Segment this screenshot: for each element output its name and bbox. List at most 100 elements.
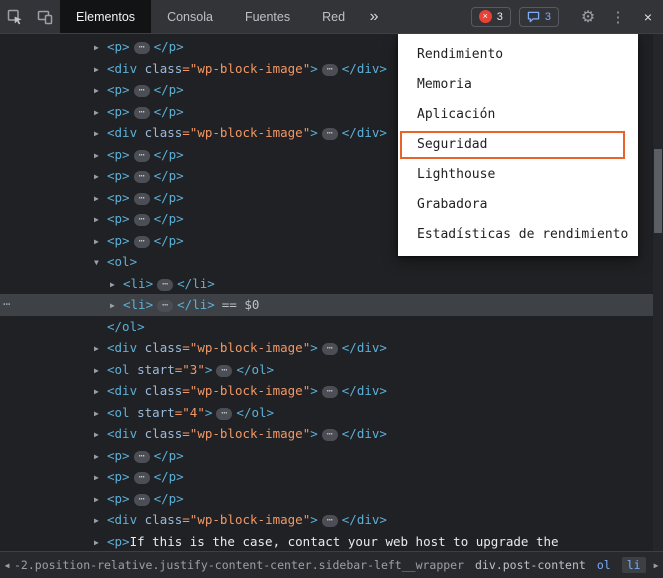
collapsed-content-icon[interactable]: ⋯ [134,85,150,97]
tree-row[interactable]: ▶<div class="wp-block-image">⋯</div> [0,509,663,531]
collapsed-arrow-icon[interactable]: ▶ [94,424,107,446]
collapsed-content-icon[interactable]: ⋯ [134,494,150,506]
close-devtools-icon[interactable]: × [633,0,663,33]
collapsed-content-icon[interactable]: ⋯ [134,236,150,248]
collapsed-arrow-icon[interactable]: ▶ [110,274,123,296]
collapsed-arrow-icon[interactable]: ▶ [94,80,107,102]
tree-row[interactable]: ▶<p>⋯</p> [0,466,663,488]
collapsed-arrow-icon[interactable]: ▶ [94,510,107,532]
menu-item-memoria[interactable]: Memoria [398,70,638,100]
collapsed-content-icon[interactable]: ⋯ [322,515,338,527]
collapsed-content-icon[interactable]: ⋯ [134,150,150,162]
menu-item-lighthouse[interactable]: Lighthouse [398,160,638,190]
expanded-arrow-icon[interactable]: ▼ [94,252,107,274]
collapsed-arrow-icon[interactable]: ▶ [94,446,107,468]
collapsed-arrow-icon[interactable]: ▶ [94,166,107,188]
collapsed-arrow-icon[interactable]: ▶ [94,489,107,511]
tree-row[interactable]: ▶<ol start="4">⋯</ol> [0,402,663,424]
tree-row[interactable]: </ol> [0,316,663,338]
tree-row[interactable]: ▶<div class="wp-block-image">⋯</div> [0,423,663,445]
tag-token: </p> [154,190,184,205]
tree-row[interactable]: ▶<ol start="3">⋯</ol> [0,359,663,381]
collapsed-arrow-icon[interactable]: ▶ [94,532,107,552]
tab-elementos[interactable]: Elementos [60,0,151,33]
tag-token: > [205,362,213,377]
device-toolbar-icon[interactable] [30,0,60,33]
menu-item-seguridad[interactable]: Seguridad [398,130,638,160]
tree-row[interactable]: ▶<p>⋯</p> [0,445,663,467]
tab-label: Red [322,10,345,24]
error-count-badge[interactable]: × 3 [471,7,511,27]
collapsed-content-icon[interactable]: ⋯ [322,128,338,140]
collapsed-content-icon[interactable]: ⋯ [134,42,150,54]
tag-token: </li> [177,276,215,291]
scrollbar-thumb[interactable] [654,149,662,233]
collapsed-content-icon[interactable]: ⋯ [134,171,150,183]
breadcrumb-scroll-right-icon[interactable]: ▶ [649,561,663,570]
collapsed-arrow-icon[interactable]: ▶ [94,231,107,253]
collapsed-arrow-icon[interactable]: ▶ [110,295,123,317]
tab-red[interactable]: Red [306,0,361,33]
menu-item-grabadora[interactable]: Grabadora [398,190,638,220]
collapsed-content-icon[interactable]: ⋯ [157,300,173,312]
tag-token: </p> [154,469,184,484]
collapsed-arrow-icon[interactable]: ▶ [94,102,107,124]
row-gutter-dots-icon[interactable]: ⋯ [3,294,10,316]
tree-row[interactable]: ▶<div class="wp-block-image">⋯</div> [0,337,663,359]
menu-item-aplicacion[interactable]: Aplicación [398,100,638,130]
attr-value-token: ="wp-block-image" [182,340,310,355]
collapsed-content-icon[interactable]: ⋯ [134,107,150,119]
tag-token: <p> [107,448,130,463]
attr-value-token: ="wp-block-image" [182,512,310,527]
collapsed-arrow-icon[interactable]: ▶ [94,145,107,167]
breadcrumb-item[interactable]: div.post-content [475,558,586,572]
vertical-scrollbar[interactable] [653,34,663,551]
tag-token: </div> [342,512,387,527]
more-tabs-menu: RendimientoMemoriaAplicaciónSeguridadLig… [398,34,638,256]
collapsed-content-icon[interactable]: ⋯ [216,365,232,377]
collapsed-arrow-icon[interactable]: ▶ [94,37,107,59]
tree-row[interactable]: ▶<p>⋯</p> [0,488,663,510]
tag-token: </p> [154,233,184,248]
console-messages-badge[interactable]: 3 [519,7,559,27]
collapsed-arrow-icon[interactable]: ▶ [94,360,107,382]
collapsed-arrow-icon[interactable]: ▶ [94,338,107,360]
tag-token: </div> [342,340,387,355]
menu-item-rendimiento[interactable]: Rendimiento [398,40,638,70]
tree-row[interactable]: ▶<li>⋯</li> [0,273,663,295]
collapsed-content-icon[interactable]: ⋯ [134,451,150,463]
menu-item-estadisticas-de-rendimiento[interactable]: Estadísticas de rendimiento [398,220,638,250]
settings-gear-icon[interactable]: ⚙ [573,0,603,33]
collapsed-arrow-icon[interactable]: ▶ [94,403,107,425]
tab-fuentes[interactable]: Fuentes [229,0,306,33]
collapsed-arrow-icon[interactable]: ▶ [94,467,107,489]
collapsed-arrow-icon[interactable]: ▶ [94,209,107,231]
collapsed-content-icon[interactable]: ⋯ [134,193,150,205]
collapsed-content-icon[interactable]: ⋯ [216,408,232,420]
inspect-icon-svg [7,9,23,25]
collapsed-arrow-icon[interactable]: ▶ [94,188,107,210]
more-tabs-chevron-icon[interactable]: » [361,0,387,33]
tree-row[interactable]: ▶<li>⋯</li>== $0⋯ [0,294,663,316]
breadcrumb-item[interactable]: li [622,557,646,573]
breadcrumb-item[interactable]: ol [597,558,611,572]
more-options-icon[interactable]: ⋮ [603,0,633,33]
collapsed-content-icon[interactable]: ⋯ [322,386,338,398]
collapsed-arrow-icon[interactable]: ▶ [94,59,107,81]
collapsed-content-icon[interactable]: ⋯ [322,429,338,441]
breadcrumb-scroll-left-icon[interactable]: ◀ [0,561,14,570]
collapsed-content-icon[interactable]: ⋯ [134,472,150,484]
collapsed-content-icon[interactable]: ⋯ [322,343,338,355]
collapsed-arrow-icon[interactable]: ▶ [94,123,107,145]
inspect-element-icon[interactable] [0,0,30,33]
tag-token: <div [107,383,145,398]
collapsed-arrow-icon[interactable]: ▶ [94,381,107,403]
tag-token: <ol> [107,254,137,269]
collapsed-content-icon[interactable]: ⋯ [134,214,150,226]
tree-row[interactable]: ▶<p>If this is the case, contact your we… [0,531,663,552]
tab-consola[interactable]: Consola [151,0,229,33]
collapsed-content-icon[interactable]: ⋯ [322,64,338,76]
tree-row[interactable]: ▶<div class="wp-block-image">⋯</div> [0,380,663,402]
collapsed-content-icon[interactable]: ⋯ [157,279,173,291]
breadcrumb-item[interactable]: -2.position-relative.justify-content-cen… [14,558,464,572]
